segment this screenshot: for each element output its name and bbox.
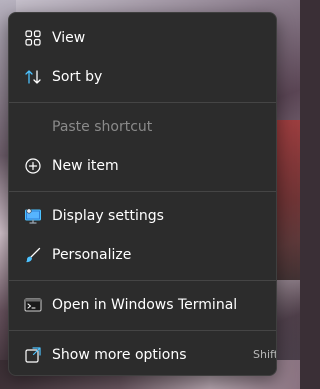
- brush-icon: [26, 247, 41, 263]
- menu-separator: [9, 102, 276, 103]
- menu-separator: [9, 280, 276, 281]
- menu-separator: [9, 191, 276, 192]
- menu-item-label: Personalize: [52, 247, 132, 263]
- menu-item-label: Display settings: [52, 208, 164, 224]
- terminal-icon: [24, 298, 42, 312]
- menu-item-personalize[interactable]: Personalize: [13, 236, 272, 274]
- menu-item-display-settings[interactable]: Display settings: [13, 197, 272, 235]
- menu-item-open-in-windows-terminal[interactable]: Open in Windows Terminal: [13, 286, 272, 324]
- menu-item-paste-shortcut[interactable]: Paste shortcut: [13, 108, 272, 146]
- menu-item-label: Show more options: [52, 347, 187, 363]
- menu-item-label: Sort by: [52, 69, 103, 85]
- menu-item-label: Open in Windows Terminal: [52, 297, 238, 313]
- desktop-context-menu: View Sort by Paste shortcut New item Dis…: [8, 12, 277, 376]
- expand-icon: [25, 347, 41, 363]
- menu-item-label: Paste shortcut: [52, 119, 153, 135]
- keyboard-shortcut-hint: Shift: [253, 348, 277, 361]
- plus-circle-icon: [25, 158, 41, 174]
- menu-item-label: View: [52, 30, 86, 46]
- menu-item-label: New item: [52, 158, 119, 174]
- menu-item-sort-by[interactable]: Sort by: [13, 58, 272, 96]
- grid-icon: [25, 30, 41, 46]
- menu-item-show-more-options[interactable]: Show more options Shift: [13, 336, 277, 374]
- monitor-icon: [25, 208, 41, 224]
- sort-arrows-icon: [25, 70, 41, 84]
- menu-separator: [9, 330, 276, 331]
- menu-item-new-item[interactable]: New item: [13, 147, 272, 185]
- menu-item-view[interactable]: View: [13, 19, 272, 57]
